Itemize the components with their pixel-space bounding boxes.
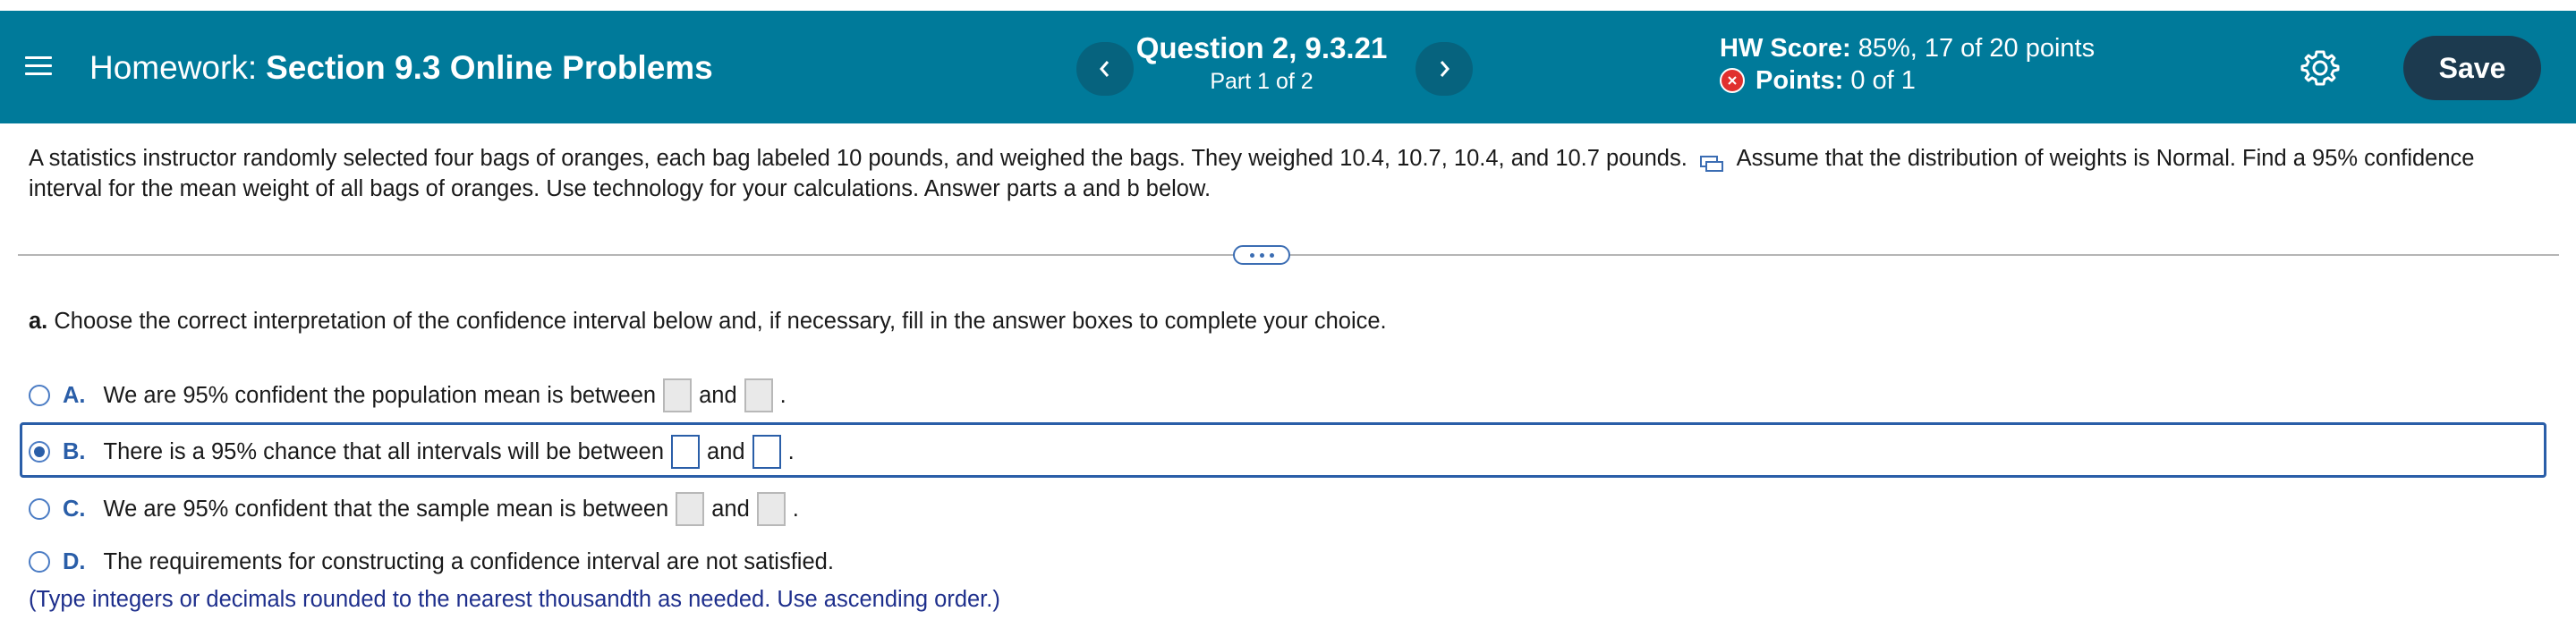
option-text: The requirements for constructing a conf… (103, 548, 834, 574)
assignment-header: Homework: Section 9.3 Online Problems Que… (0, 11, 2576, 123)
chevron-right-icon (1440, 61, 1450, 77)
option-letter: C. (63, 496, 86, 522)
homework-name: Section 9.3 Online Problems (266, 49, 713, 86)
hw-score-value: 85%, 17 of 20 points (1858, 34, 2096, 63)
part-a-text: Choose the correct interpretation of the… (54, 309, 1387, 334)
radio-c[interactable] (29, 498, 50, 520)
question-info: Question 2, 9.3.21 Part 1 of 2 (1118, 30, 1405, 97)
homework-title: Homework: Section 9.3 Online Problems (89, 49, 713, 87)
radio-a[interactable] (29, 385, 50, 406)
option-b[interactable]: B. There is a 95% chance that all interv… (29, 435, 795, 469)
answer-box-lower[interactable] (676, 492, 705, 526)
option-letter: B. (63, 438, 86, 464)
answer-box-lower[interactable] (671, 435, 701, 469)
answer-box-upper[interactable] (756, 492, 786, 526)
gear-icon[interactable] (2299, 47, 2342, 89)
save-button[interactable]: Save (2403, 36, 2541, 100)
chevron-left-icon (1100, 61, 1109, 77)
option-c[interactable]: C. We are 95% confident that the sample … (29, 492, 799, 526)
question-title: Question 2, 9.3.21 (1135, 31, 1388, 64)
x-circle-icon (1720, 68, 1745, 93)
option-end: . (792, 496, 799, 522)
question-text-part1: A statistics instructor randomly selecte… (29, 146, 1688, 171)
top-strip (0, 0, 2576, 11)
homework-label: Homework: (89, 49, 258, 86)
part-a-prompt: a. Choose the correct interpretation of … (29, 306, 1387, 336)
answer-box-lower[interactable] (663, 378, 693, 412)
answer-box-upper[interactable] (744, 378, 773, 412)
next-question-button[interactable] (1416, 42, 1473, 96)
points-value: 0 of 1 (1850, 66, 1916, 95)
copy-data-icon[interactable] (1699, 150, 1724, 173)
option-end: . (787, 438, 795, 464)
question-part: Part 1 of 2 (1210, 69, 1314, 94)
part-a-label: a. (29, 309, 48, 334)
radio-b[interactable] (29, 441, 50, 463)
option-letter: A. (63, 382, 86, 408)
option-letter: D. (63, 548, 86, 574)
option-d[interactable]: D. The requirements for constructing a c… (29, 546, 834, 578)
answer-hint: (Type integers or decimals rounded to th… (29, 587, 1000, 612)
option-and: and (699, 382, 737, 408)
hw-score-label: HW Score: (1720, 34, 1851, 63)
hw-score: HW Score: 85%, 17 of 20 points (1720, 32, 2095, 64)
option-text: We are 95% confident that the sample mea… (103, 496, 669, 522)
option-a[interactable]: A. We are 95% confident the population m… (29, 378, 786, 412)
option-text: There is a 95% chance that all intervals… (103, 438, 665, 464)
hamburger-menu-icon[interactable] (25, 53, 52, 80)
question-text: A statistics instructor randomly selecte… (29, 143, 2552, 204)
score-panel: HW Score: 85%, 17 of 20 points Points: 0… (1720, 32, 2095, 97)
ellipsis-icon[interactable] (1233, 245, 1290, 265)
radio-d[interactable] (29, 551, 50, 573)
option-and: and (711, 496, 750, 522)
answer-box-upper[interactable] (752, 435, 781, 469)
option-text: We are 95% confident the population mean… (103, 382, 657, 408)
points-row: Points: 0 of 1 (1720, 64, 2095, 97)
option-end: . (779, 382, 786, 408)
points-label: Points: (1756, 66, 1844, 95)
option-and: and (707, 438, 745, 464)
